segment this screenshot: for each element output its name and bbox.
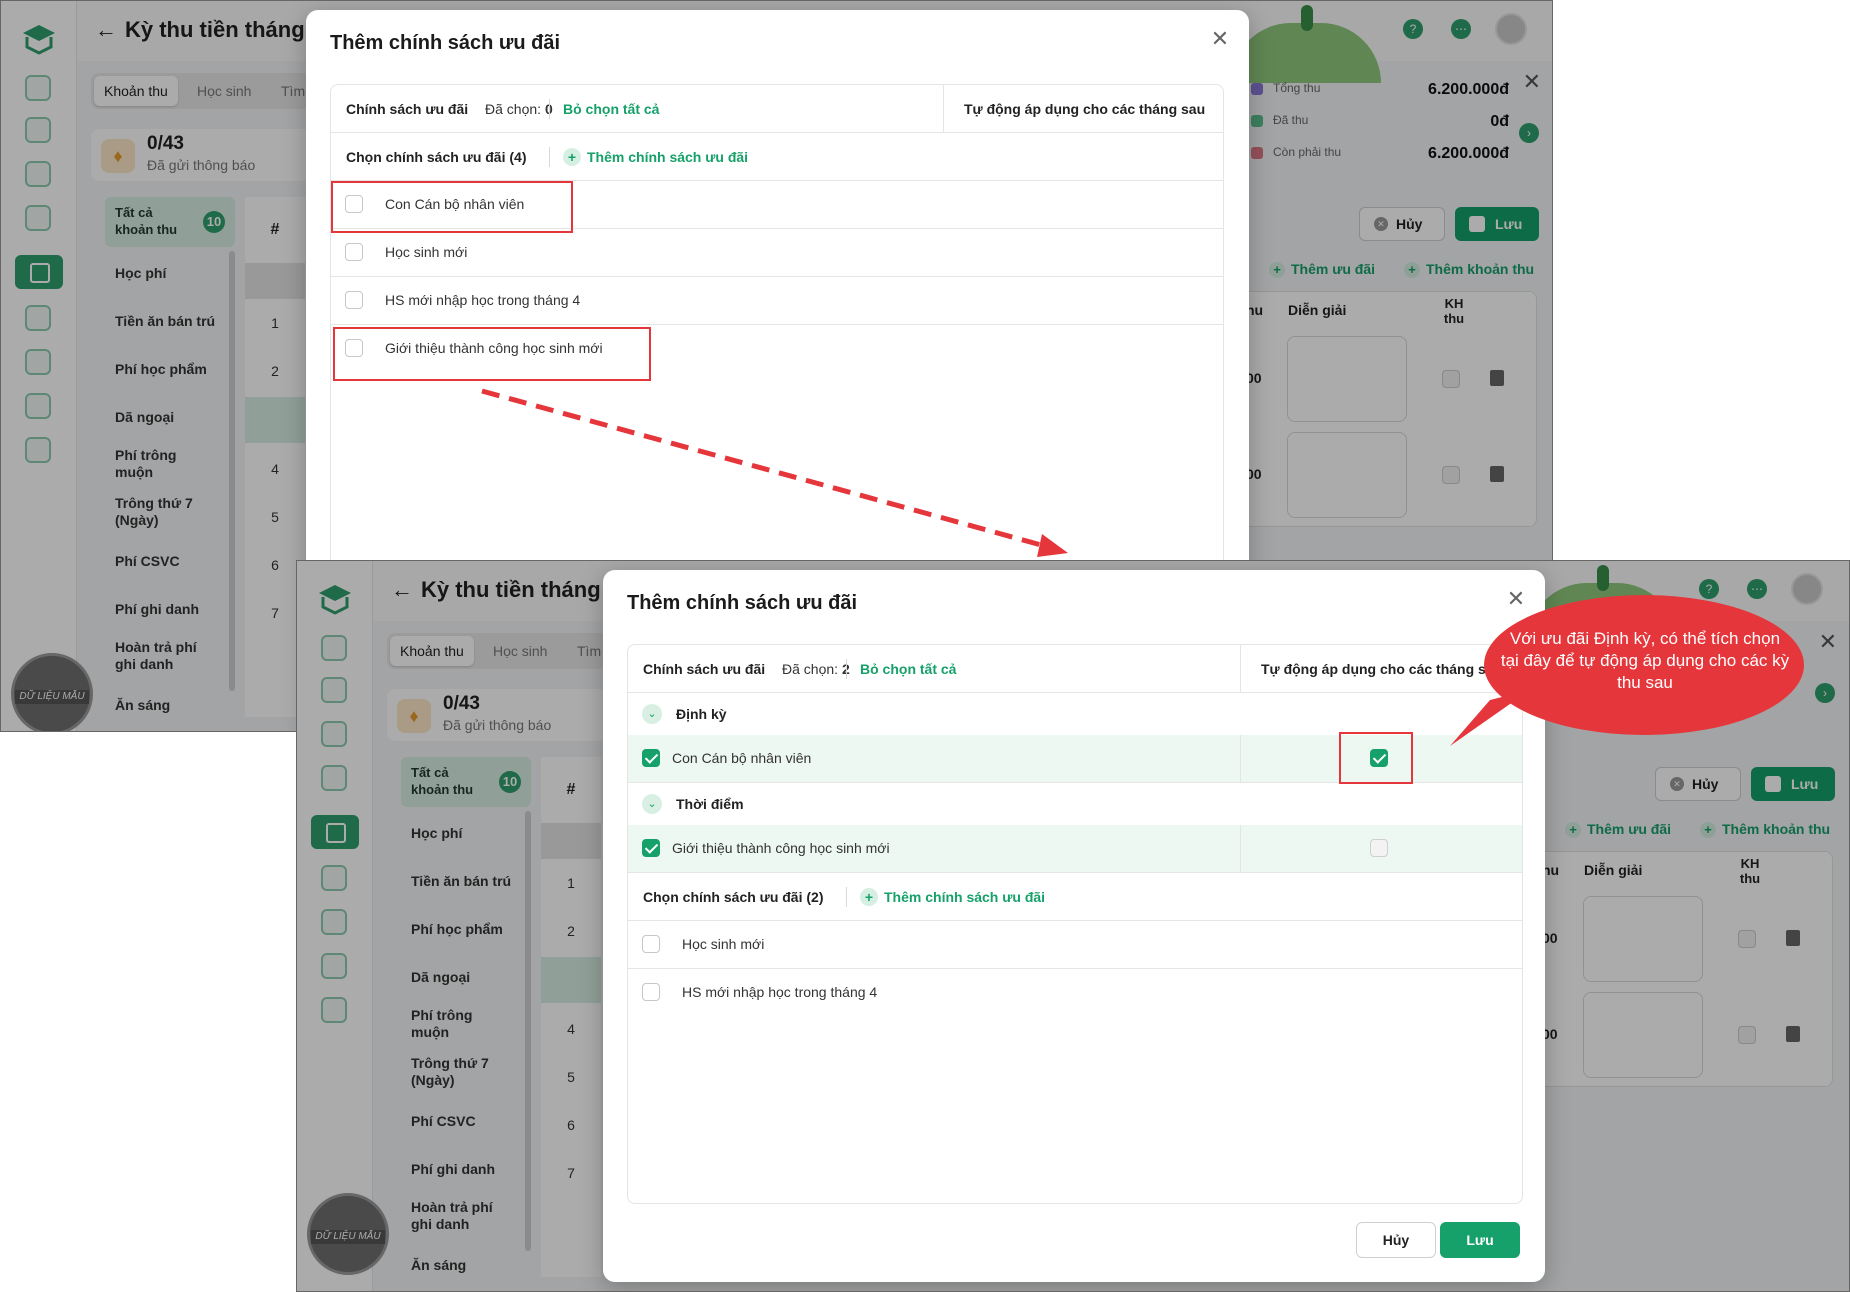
policy-label: Học sinh mới (682, 936, 765, 952)
choose-policy-label: Chọn chính sách ưu đãi (2) (643, 889, 824, 905)
policy-table: Chính sách ưu đãi Đã chọn: 2 Bỏ chọn tất… (627, 644, 1523, 1204)
choose-policy-section: Chọn chính sách ưu đãi (2) + Thêm chính s… (628, 873, 1522, 921)
policy-header-label: Chính sách ưu đãi (346, 101, 469, 117)
divider (846, 659, 847, 679)
policy-row[interactable]: Học sinh mới (628, 921, 1522, 969)
policy-table-header: Chính sách ưu đãi Đã chọn: 0 Bỏ chọn tất… (331, 85, 1223, 133)
policy-label: HS mới nhập học trong tháng 4 (385, 292, 581, 308)
policy-row[interactable]: HS mới nhập học trong tháng 4 (331, 277, 1223, 325)
divider (846, 887, 847, 907)
plus-icon: + (860, 888, 878, 906)
policy-checkbox[interactable] (642, 983, 660, 1001)
group-header[interactable]: ⌄ Thời điểm (628, 783, 1522, 825)
policy-label: Con Cán bộ nhân viên (672, 750, 812, 766)
policy-row[interactable]: Giới thiệu thành công học sinh mới (628, 825, 1522, 873)
policy-checkbox[interactable] (642, 935, 660, 953)
policy-label: Học sinh mới (385, 244, 468, 260)
dialog-title: Thêm chính sách ưu đãi (330, 32, 561, 54)
policy-checkbox[interactable] (642, 749, 660, 767)
group-header[interactable]: ⌄ Định kỳ (628, 693, 1522, 735)
policy-row[interactable]: HS mới nhập học trong tháng 4 (628, 969, 1522, 1017)
auto-apply-header: Tự động áp dụng cho các tháng sau (1240, 645, 1522, 693)
add-policy-link[interactable]: + Thêm chính sách ưu đãi (563, 148, 748, 166)
choose-policy-label: Chọn chính sách ưu đãi (4) (346, 149, 527, 165)
divider (549, 99, 550, 119)
dialog-save-button[interactable]: Lưu (1440, 1222, 1520, 1258)
highlight-box (333, 327, 651, 381)
clear-all-link[interactable]: Bỏ chọn tất cả (860, 661, 956, 677)
close-icon[interactable]: ✕ (1505, 588, 1527, 610)
policy-checkbox[interactable] (345, 243, 363, 261)
policy-table-header: Chính sách ưu đãi Đã chọn: 2 Bỏ chọn tất… (628, 645, 1522, 693)
clear-all-link[interactable]: Bỏ chọn tất cả (563, 101, 659, 117)
plus-icon: + (563, 148, 581, 166)
divider (1240, 735, 1241, 783)
divider (549, 147, 550, 167)
callout-text: Với ưu đãi Định kỳ, có thể tích chọn tại… (1500, 629, 1790, 692)
policy-row[interactable]: Học sinh mới (331, 229, 1223, 277)
highlight-box (331, 181, 573, 233)
selected-count: Đã chọn: 0 (485, 101, 553, 117)
dialog-title: Thêm chính sách ưu đãi (627, 592, 858, 614)
chevron-down-icon[interactable]: ⌄ (642, 794, 662, 814)
chevron-down-icon[interactable]: ⌄ (642, 704, 662, 724)
highlight-box (1339, 732, 1413, 784)
policy-label: HS mới nhập học trong tháng 4 (682, 984, 878, 1000)
policy-label: Giới thiệu thành công học sinh mới (672, 840, 890, 856)
close-icon[interactable]: ✕ (1209, 28, 1231, 50)
choose-policy-section: Chọn chính sách ưu đãi (4) + Thêm chính s… (331, 133, 1223, 181)
discount-policy-dialog: Thêm chính sách ưu đãi ✕ Chính sách ưu đ… (603, 570, 1545, 1282)
auto-apply-checkbox[interactable] (1370, 839, 1388, 857)
policy-checkbox[interactable] (345, 291, 363, 309)
policy-checkbox[interactable] (642, 839, 660, 857)
add-policy-link[interactable]: + Thêm chính sách ưu đãi (860, 888, 1045, 906)
group-label: Thời điểm (676, 796, 744, 812)
auto-apply-header: Tự động áp dụng cho các tháng sau (943, 85, 1223, 133)
dialog-cancel-button[interactable]: Hủy (1356, 1222, 1436, 1258)
selected-count: Đã chọn: 2 (782, 661, 850, 677)
policy-header-label: Chính sách ưu đãi (643, 661, 766, 677)
divider (1240, 825, 1241, 873)
group-label: Định kỳ (676, 706, 727, 722)
